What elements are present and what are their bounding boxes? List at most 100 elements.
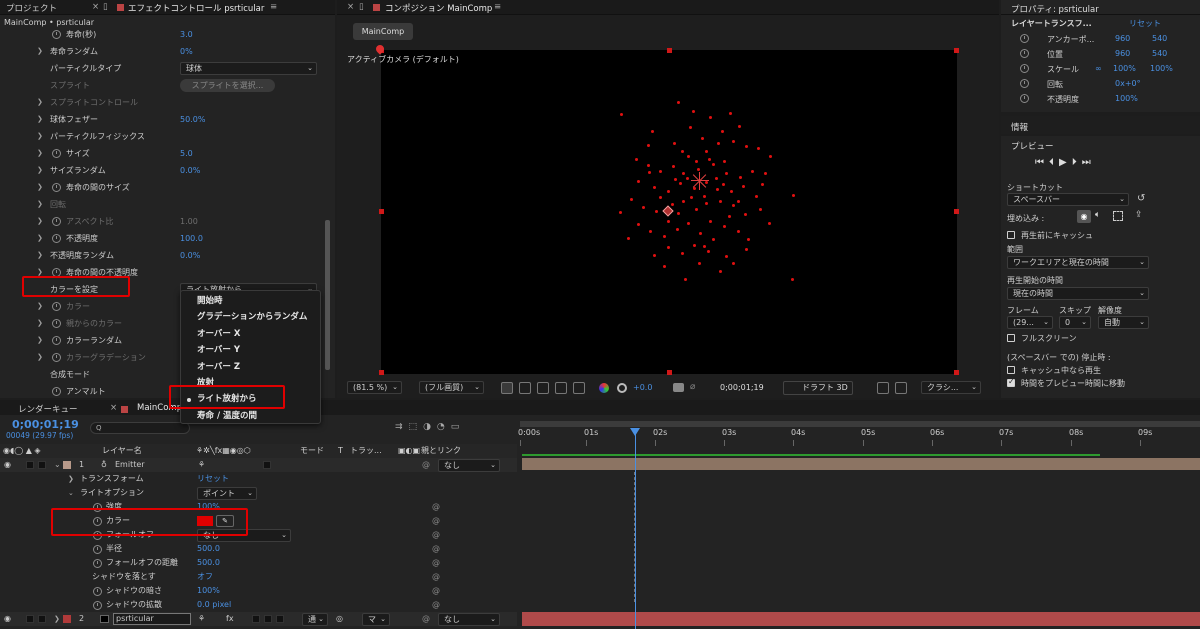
timeline-timecode[interactable]: 0;00;01;19 (12, 418, 79, 431)
menu-item[interactable]: オーバー Y (181, 342, 320, 358)
layer-row-particular[interactable]: ◉ ❯ 2 psrticular ⚘ fx 通 ⌄ ◎ マ ⌄ @ なし ⌄ (0, 612, 517, 626)
bbox-handle[interactable] (954, 370, 959, 375)
lock-box[interactable] (26, 461, 34, 469)
parent-dropdown[interactable]: なし ⌄ (438, 459, 500, 472)
chevron-right-icon[interactable]: ❯ (37, 111, 43, 128)
start-time-dropdown[interactable]: 現在の時間 ⌄ (1007, 287, 1149, 300)
chevron-right-icon[interactable]: ❯ (37, 94, 43, 111)
shy-switch-icon[interactable]: ⚘ (198, 458, 205, 472)
cache-checkbox[interactable] (1007, 231, 1015, 239)
shy-switch-icon[interactable]: ⚘ (198, 612, 205, 626)
constrain-link-icon[interactable]: ∞ (1095, 64, 1102, 73)
pickwhip-spiral-icon[interactable]: @ (432, 598, 440, 612)
fullscreen-checkbox[interactable] (1007, 334, 1015, 342)
tab-project[interactable]: プロジェクト (6, 2, 57, 14)
tab-composition[interactable]: コンポジション MainComp (385, 2, 492, 14)
layer-property-value[interactable]: 500.0 (197, 556, 220, 570)
comp-name-button[interactable]: MainComp (353, 23, 413, 40)
stopwatch-icon[interactable] (93, 587, 102, 596)
opacity-value[interactable]: 100% (1115, 94, 1138, 103)
exposure-value[interactable]: +0.0 (633, 383, 652, 392)
label-color-box[interactable] (63, 615, 71, 623)
rotation-value[interactable]: 0x+0° (1115, 79, 1141, 88)
bbox-handle[interactable] (379, 209, 384, 214)
comp-timecode[interactable]: 0;00;01;19 (720, 383, 764, 392)
play-icon[interactable]: ▶ (1059, 157, 1072, 168)
composition-flowchart-icon[interactable]: ⇉ (395, 422, 409, 432)
effect-property-value[interactable]: 50.0% (180, 111, 205, 128)
sprite-select-button[interactable]: スプライトを選択... (180, 79, 275, 92)
track-matte-dropdown[interactable]: マ ⌄ (362, 613, 390, 626)
zoom-dropdown[interactable]: (81.5 %) ⌄ (347, 381, 402, 394)
last-frame-icon[interactable]: ⏭ (1082, 157, 1096, 168)
panel-menu-icon[interactable]: ≡ (494, 2, 501, 12)
reset-shortcut-icon[interactable]: ↺ (1137, 193, 1145, 204)
col-track[interactable]: トラッ... (350, 444, 382, 458)
chevron-right-icon[interactable]: ❯ (37, 145, 43, 162)
pickwhip-spiral-icon[interactable]: @ (432, 570, 440, 584)
menu-item[interactable]: 寿命 / 温度の間 (181, 408, 320, 424)
menu-item[interactable]: 開始時 (181, 293, 320, 309)
effect-property-value[interactable]: 1.00 (180, 213, 198, 230)
close-icon[interactable]: × (347, 2, 354, 12)
stopwatch-icon[interactable] (52, 234, 61, 243)
chevron-right-icon[interactable]: ❯ (37, 196, 43, 213)
effect-property-value[interactable]: 0.0% (180, 162, 200, 179)
export-icon[interactable]: ⇪ (1135, 210, 1143, 220)
layer-property-value[interactable]: 0.0 pixel (197, 598, 231, 612)
label-color-box[interactable] (63, 461, 71, 469)
transparency-grid-icon[interactable] (537, 382, 549, 394)
pickwhip-spiral-icon[interactable]: @ (432, 500, 440, 514)
col-t[interactable]: T (338, 444, 343, 458)
stopwatch-icon[interactable] (93, 545, 102, 554)
mask-icon[interactable] (555, 382, 567, 394)
close-icon[interactable]: × (92, 2, 99, 12)
transform-reset-link[interactable]: リセット (1129, 18, 1161, 29)
menu-item[interactable]: オーバー Z (181, 359, 320, 375)
switch-box[interactable] (264, 615, 272, 623)
draft-3d-button[interactable]: ドラフト 3D (783, 381, 853, 395)
chevron-right-icon[interactable]: ❯ (37, 128, 43, 145)
shortcut-dropdown[interactable]: スペースバー ⌄ (1007, 193, 1129, 206)
stopwatch-icon[interactable] (52, 353, 61, 362)
effect-property-value[interactable]: 0% (180, 43, 193, 60)
effect-property-value[interactable]: 5.0 (180, 145, 193, 162)
menu-item[interactable]: グラデーションからランダム (181, 309, 320, 325)
switch-box[interactable] (252, 615, 260, 623)
layer-name-input[interactable]: psrticular (113, 613, 191, 625)
pickwhip-spiral-icon[interactable]: @ (432, 528, 440, 542)
layer-property-value[interactable]: 100% (197, 584, 220, 598)
anchor-x-value[interactable]: 960 (1115, 34, 1130, 43)
shy-box[interactable] (38, 461, 46, 469)
stopwatch-icon[interactable] (52, 217, 61, 226)
stopwatch-icon[interactable] (52, 149, 61, 158)
layer-bar-emitter[interactable] (522, 458, 1200, 470)
scale-y-value[interactable]: 100% (1150, 64, 1173, 73)
range-dropdown[interactable]: ワークエリアと現在の時間 ⌄ (1007, 256, 1149, 269)
effect-property-value[interactable]: 3.0 (180, 26, 193, 43)
bbox-handle[interactable] (667, 370, 672, 375)
skip-dropdown[interactable]: 0 ⌄ (1059, 316, 1091, 329)
position-y-value[interactable]: 540 (1152, 49, 1167, 58)
stopwatch-icon[interactable] (52, 183, 61, 192)
stopwatch-icon[interactable] (52, 30, 61, 39)
parent-dropdown[interactable]: なし ⌄ (438, 613, 500, 626)
stopwatch-icon[interactable] (93, 601, 102, 610)
switch-box[interactable] (276, 615, 284, 623)
video-toggle-icon[interactable]: ◉ (1077, 210, 1091, 223)
eye-icon[interactable]: ◉ (4, 458, 11, 472)
stopwatch-icon[interactable] (1020, 34, 1029, 43)
bbox-handle[interactable] (379, 370, 384, 375)
region-icon[interactable] (501, 382, 513, 394)
preserve-transparency-icon[interactable]: ◎ (336, 612, 343, 626)
tab-render-queue[interactable]: レンダーキュー (18, 403, 78, 415)
chevron-right-icon[interactable]: ❯ (37, 162, 43, 179)
switch-box[interactable] (263, 461, 271, 469)
prev-frame-icon[interactable]: ⏴ (1049, 157, 1059, 168)
effect-property-dropdown[interactable]: 球体 ⌄ (180, 62, 317, 75)
chevron-right-icon[interactable]: ❯ (37, 230, 43, 247)
bbox-handle[interactable] (954, 209, 959, 214)
stopwatch-icon[interactable] (1020, 49, 1029, 58)
stopwatch-icon[interactable] (93, 559, 102, 568)
chevron-right-icon[interactable]: ❯ (37, 213, 43, 230)
